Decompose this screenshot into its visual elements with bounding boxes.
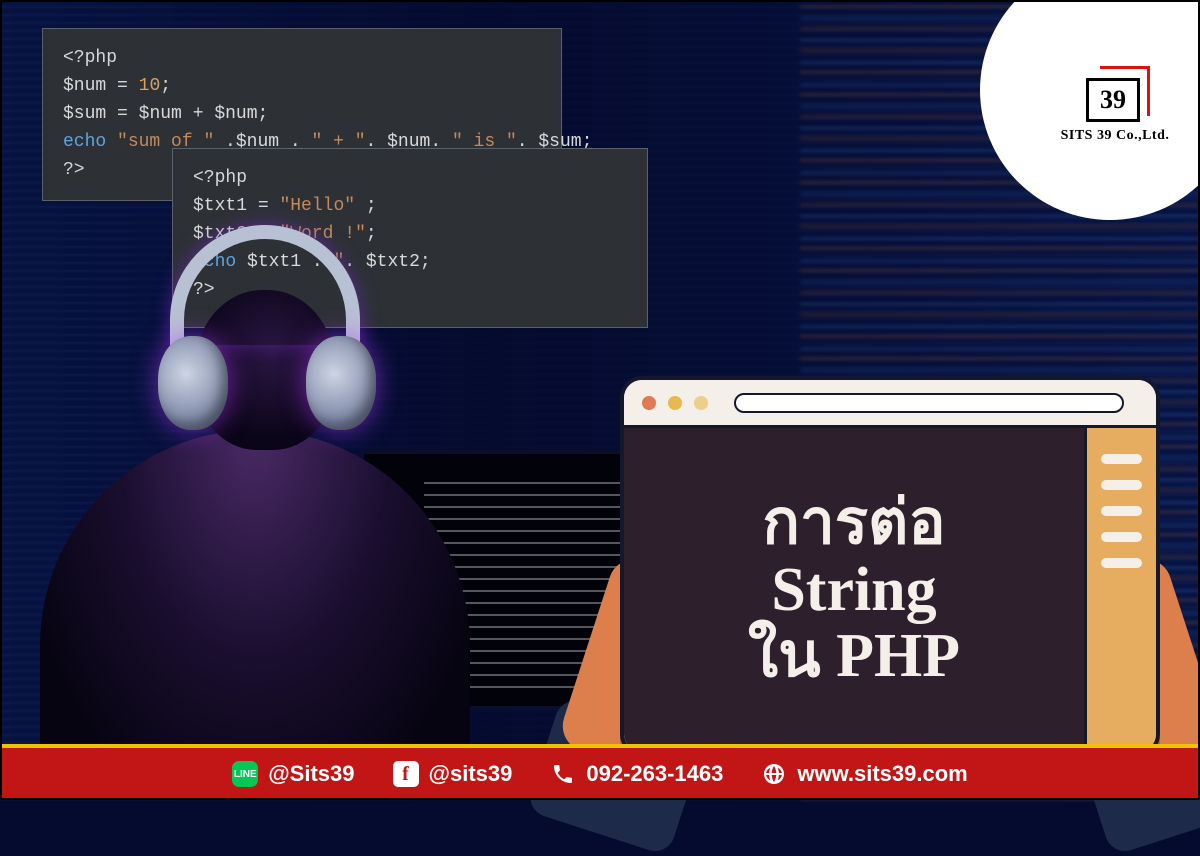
contact-web: www.sits39.com xyxy=(761,761,967,787)
facebook-icon: f xyxy=(393,761,419,787)
window-dot-icon xyxy=(668,396,682,410)
window-chrome xyxy=(624,380,1156,428)
person-illustration xyxy=(0,230,640,750)
logo-number: 39 xyxy=(1086,78,1140,122)
company-name: SITS 39 Co.,Ltd. xyxy=(1061,128,1170,144)
globe-icon xyxy=(761,761,787,787)
card-title: การต่อ String ใน PHP xyxy=(748,490,960,691)
phone-number: 092-263-1463 xyxy=(586,761,723,787)
contact-facebook: f @sits39 xyxy=(393,761,513,787)
line-icon: LINE xyxy=(232,761,258,787)
contact-phone: 092-263-1463 xyxy=(550,761,723,787)
line-handle: @Sits39 xyxy=(268,761,354,787)
website-url: www.sits39.com xyxy=(797,761,967,787)
contact-footer: LINE @Sits39 f @sits39 092-263-1463 www.… xyxy=(0,744,1200,800)
title-card: การต่อ String ใน PHP xyxy=(620,376,1160,756)
contact-line: LINE @Sits39 xyxy=(232,761,354,787)
card-sidebar xyxy=(1084,428,1156,752)
phone-icon xyxy=(550,761,576,787)
window-dot-icon xyxy=(694,396,708,410)
window-dot-icon xyxy=(642,396,656,410)
logo: 39 xyxy=(1080,66,1150,122)
facebook-handle: @sits39 xyxy=(429,761,513,787)
address-bar xyxy=(734,393,1124,413)
